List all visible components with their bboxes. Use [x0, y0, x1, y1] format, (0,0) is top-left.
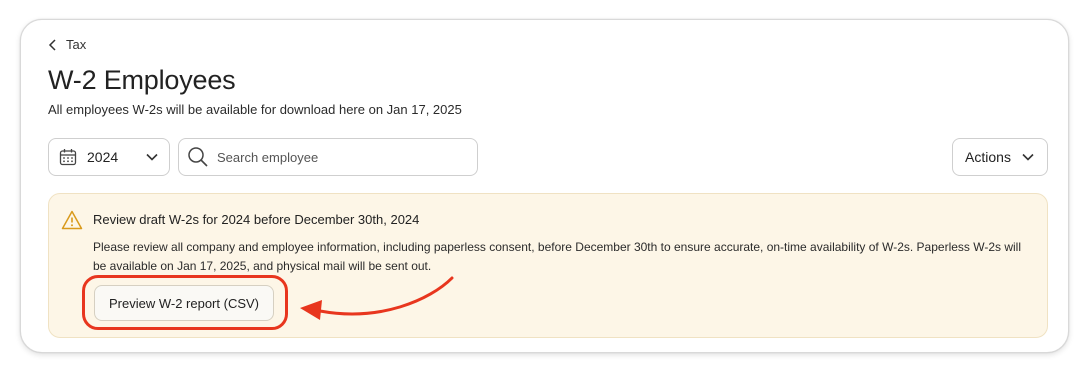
back-link-label: Tax	[66, 37, 87, 52]
warning-triangle-icon	[61, 210, 83, 230]
search-icon	[188, 147, 208, 167]
search-box[interactable]	[178, 138, 478, 176]
review-notice: Review draft W-2s for 2024 before Decemb…	[48, 193, 1048, 338]
page-subtitle: All employees W-2s will be available for…	[48, 102, 462, 117]
notice-title: Review draft W-2s for 2024 before Decemb…	[93, 212, 420, 227]
year-select[interactable]: 2024	[48, 138, 170, 176]
calendar-icon	[59, 149, 77, 166]
actions-button[interactable]: Actions	[952, 138, 1048, 176]
preview-w2-report-button[interactable]: Preview W-2 report (CSV)	[94, 285, 274, 321]
year-select-value: 2024	[87, 149, 119, 165]
page-title: W-2 Employees	[48, 65, 236, 95]
back-link[interactable]: Tax	[48, 37, 86, 52]
search-input[interactable]	[217, 149, 467, 165]
chevron-down-icon	[146, 153, 158, 161]
actions-button-label: Actions	[965, 149, 1011, 165]
chevron-left-icon	[48, 38, 56, 51]
chevron-down-icon	[1022, 153, 1034, 161]
notice-body: Please review all company and employee i…	[93, 240, 1022, 273]
